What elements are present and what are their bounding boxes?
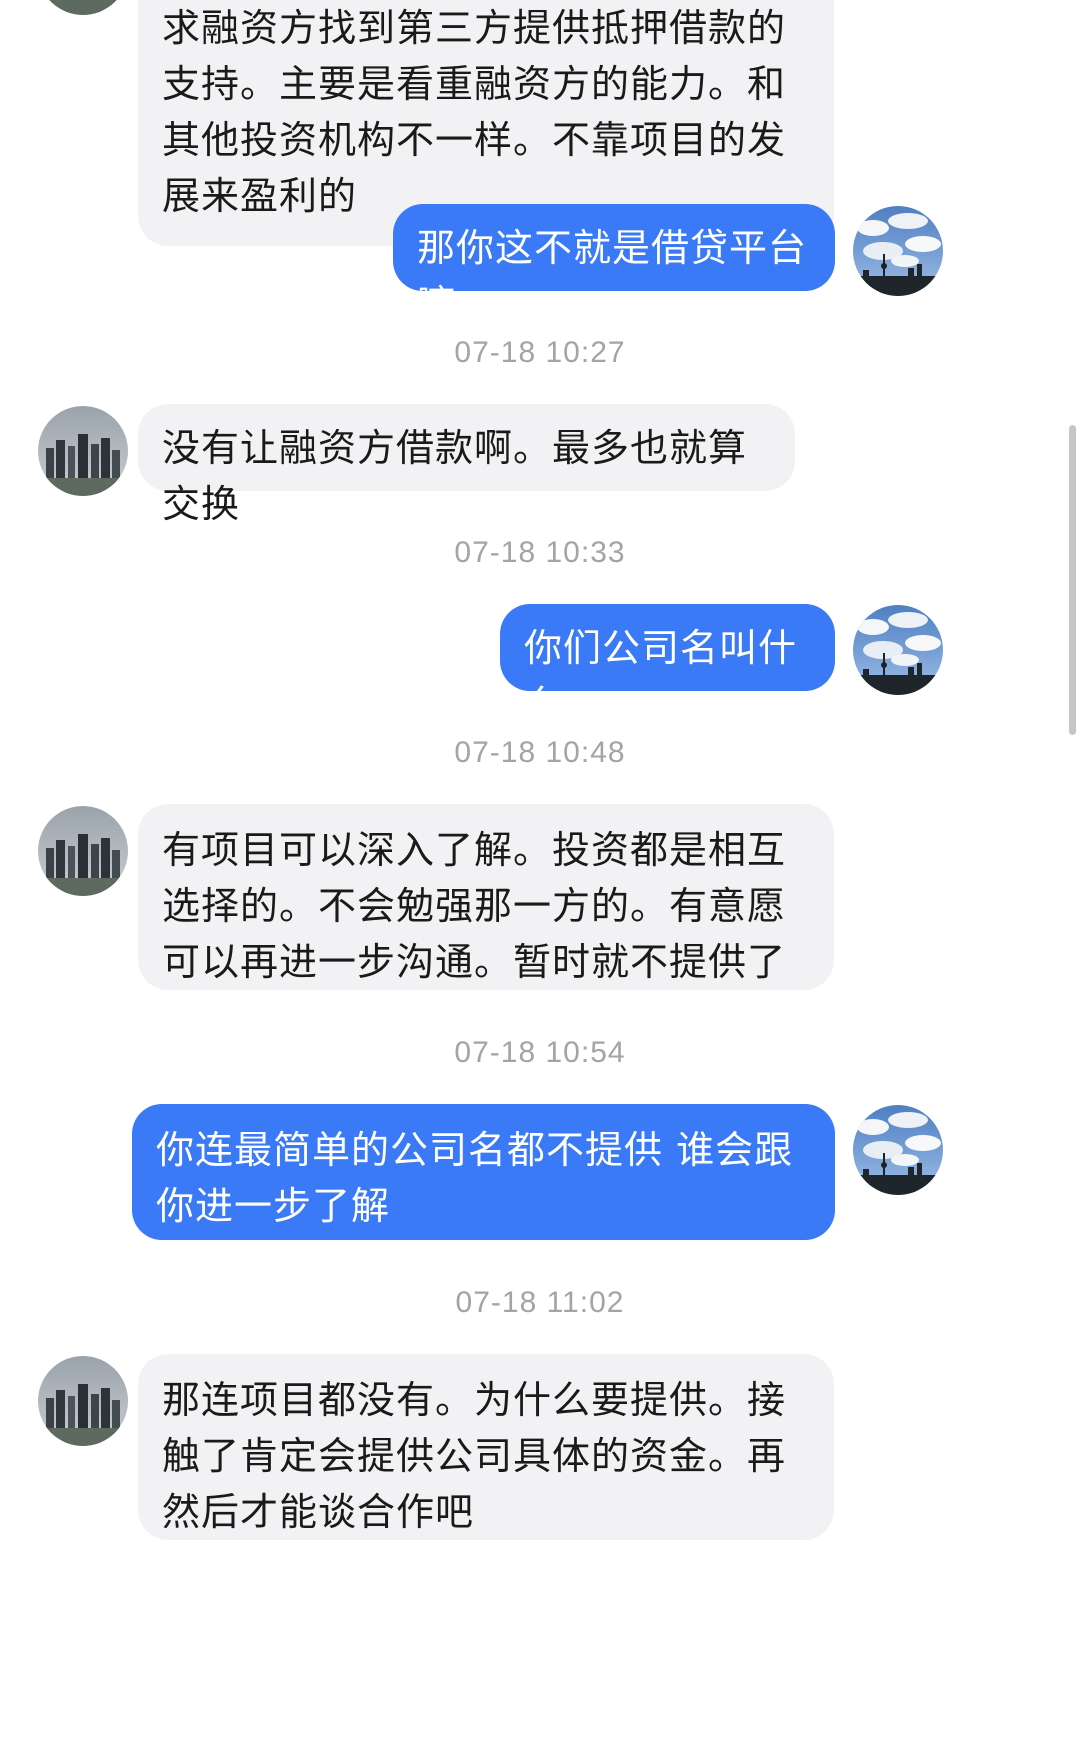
message-text: 你连最简单的公司名都不提供 谁会跟你进一步了解 [156, 1128, 794, 1228]
tv-tower-sky-avatar-icon [853, 605, 943, 695]
message-timestamp: 07-18 10:27 [454, 336, 626, 369]
tv-tower-sky-avatar-icon [853, 206, 943, 296]
self-avatar[interactable] [853, 605, 943, 695]
message-text: 求融资方找到第三方提供抵押借款的支持。主要是看重融资方的能力。和其他投资机构不一… [162, 6, 787, 218]
message-timestamp: 07-18 10:48 [454, 736, 626, 769]
incoming-message-bubble[interactable]: 没有让融资方借款啊。最多也就算交换 [138, 404, 795, 526]
self-avatar[interactable] [853, 1105, 943, 1195]
contact-avatar[interactable] [38, 1356, 128, 1446]
city-skyline-avatar-icon [38, 806, 128, 896]
outgoing-message-bubble[interactable]: 那你这不就是借贷平台嘛 [393, 204, 835, 326]
message-timestamp: 07-18 10:54 [454, 1036, 626, 1069]
contact-avatar[interactable] [38, 406, 128, 496]
incoming-message-bubble[interactable]: 那连项目都没有。为什么要提供。接触了肯定会提供公司具体的资金。再然后才能谈合作吧 [138, 1354, 834, 1540]
outgoing-message-bubble[interactable]: 你连最简单的公司名都不提供 谁会跟你进一步了解 [132, 1104, 835, 1240]
city-skyline-avatar-icon [38, 1356, 128, 1446]
city-skyline-avatar-icon [38, 0, 128, 15]
outgoing-message-bubble[interactable]: 你们公司名叫什么 [500, 604, 835, 726]
self-avatar[interactable] [853, 206, 943, 296]
message-text: 没有让融资方借款啊。最多也就算交换 [162, 426, 748, 526]
message-text: 那你这不就是借贷平台嘛 [417, 226, 808, 326]
contact-avatar[interactable] [38, 0, 128, 15]
message-timestamp: 07-18 11:02 [455, 1286, 625, 1319]
message-text: 那连项目都没有。为什么要提供。接触了肯定会提供公司具体的资金。再然后才能谈合作吧 [162, 1378, 787, 1534]
message-text: 有项目可以深入了解。投资都是相互选择的。不会勉强那一方的。有意愿可以再进一步沟通… [162, 828, 787, 984]
chat-thread[interactable]: 求融资方找到第三方提供抵押借款的支持。主要是看重融资方的能力。和其他投资机构不一… [0, 0, 1080, 1743]
contact-avatar[interactable] [38, 806, 128, 896]
scrollbar[interactable] [1069, 425, 1076, 735]
message-text: 你们公司名叫什么 [524, 626, 798, 726]
city-skyline-avatar-icon [38, 406, 128, 496]
incoming-message-bubble[interactable]: 有项目可以深入了解。投资都是相互选择的。不会勉强那一方的。有意愿可以再进一步沟通… [138, 804, 834, 990]
tv-tower-sky-avatar-icon [853, 1105, 943, 1195]
message-timestamp: 07-18 10:33 [454, 536, 626, 569]
